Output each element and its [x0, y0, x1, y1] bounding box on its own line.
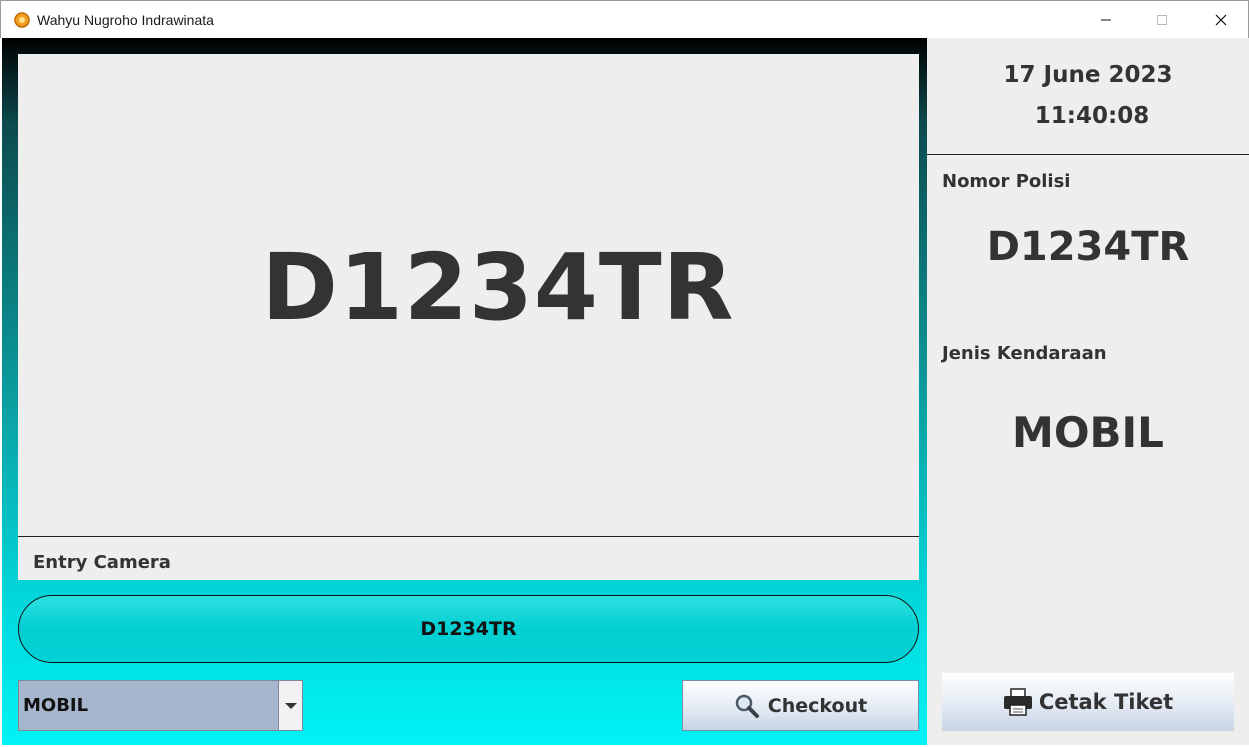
camera-label: Entry Camera: [33, 552, 171, 573]
time-display: 11:40:08: [1034, 103, 1150, 129]
close-icon: [1215, 14, 1227, 26]
maximize-icon: [1157, 15, 1167, 25]
right-divider: [927, 154, 1249, 155]
title-bar: Wahyu Nugroho Indrawinata: [0, 0, 1249, 38]
maximize-button[interactable]: [1139, 1, 1185, 39]
print-ticket-button[interactable]: Cetak Tiket: [942, 673, 1234, 731]
vehicle-type-select[interactable]: MOBIL: [18, 680, 303, 731]
plate-number-field[interactable]: D1234TR: [18, 595, 919, 663]
plate-value: D1234TR: [986, 224, 1190, 270]
date-display: 17 June 2023: [1003, 62, 1173, 88]
right-panel: 17 June 2023 11:40:08 Nomor Polisi D1234…: [927, 38, 1249, 745]
window-title: Wahyu Nugroho Indrawinata: [37, 12, 214, 28]
printer-icon: [1003, 688, 1032, 716]
vehicle-type-label: Jenis Kendaraan: [942, 343, 1107, 364]
chevron-down-icon: [284, 702, 297, 709]
minimize-button[interactable]: [1083, 1, 1129, 39]
vehicle-type-value: MOBIL: [23, 695, 89, 716]
checkout-label: Checkout: [767, 694, 868, 717]
left-panel: D1234TR Entry Camera D1234TR MOBIL Check…: [2, 38, 927, 745]
print-ticket-label: Cetak Tiket: [1038, 690, 1174, 714]
checkout-button[interactable]: Checkout: [682, 680, 919, 731]
minimize-icon: [1101, 19, 1111, 21]
vehicle-type-display: MOBIL: [1012, 408, 1164, 457]
entry-camera-view: D1234TR Entry Camera: [18, 54, 919, 580]
java-cup-icon: [13, 11, 31, 29]
close-button[interactable]: [1198, 1, 1244, 39]
magnifier-icon: [735, 694, 759, 718]
plate-label: Nomor Polisi: [942, 171, 1071, 192]
dropdown-arrow-button[interactable]: [278, 681, 302, 730]
camera-plate-text: D1234TR: [261, 234, 735, 341]
camera-divider: [18, 536, 919, 537]
